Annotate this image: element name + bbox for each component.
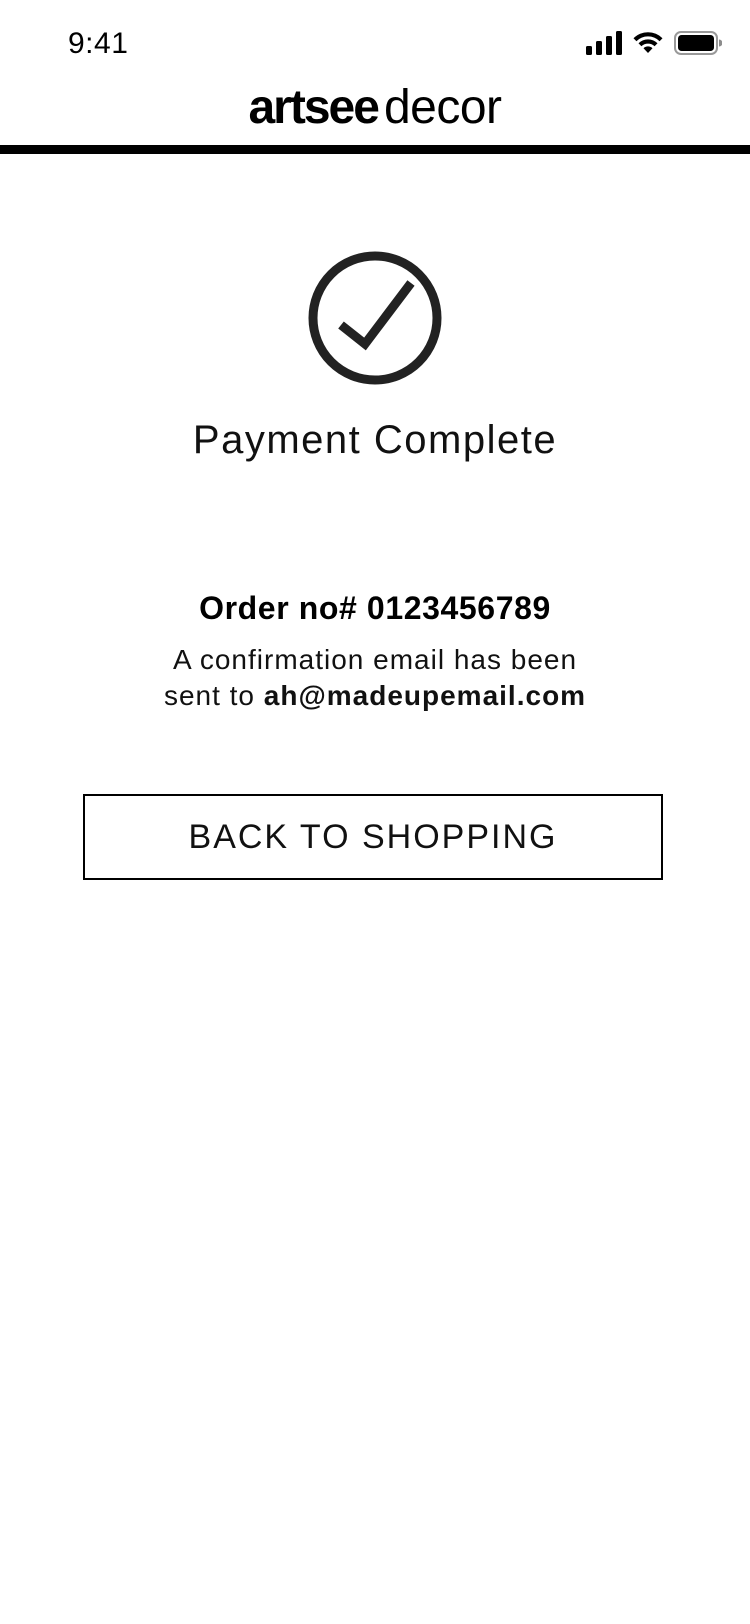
page-title: Payment Complete xyxy=(192,418,558,462)
confirmation-message-line2: sent to ah@madeupemail.com xyxy=(0,678,750,714)
header-divider xyxy=(0,145,750,154)
confirmation-message-line1: A confirmation email has been xyxy=(172,644,578,675)
confirmation-message-prefix: sent to xyxy=(163,680,264,711)
brand-logo[interactable]: artsee decor xyxy=(0,78,750,138)
back-to-shopping-button[interactable]: BACK TO SHOPPING xyxy=(83,794,663,880)
battery-icon xyxy=(674,30,723,60)
wifi-icon xyxy=(632,31,664,60)
confirmation-message: A confirmation email has been sent to ah… xyxy=(0,642,750,714)
status-bar: 9:41 xyxy=(0,0,750,88)
cellular-signal-icon xyxy=(586,30,622,60)
status-icons xyxy=(586,30,723,60)
status-time: 9:41 xyxy=(68,27,129,60)
confirmation-email: ah@madeupemail.com xyxy=(263,680,587,711)
logo-bold-text: artsee xyxy=(248,81,379,134)
checkmark-circle-icon xyxy=(305,248,445,388)
logo-light-text: decor xyxy=(383,81,502,134)
order-number: Order no# 0123456789 xyxy=(199,590,551,626)
app-header: artsee decor xyxy=(0,78,750,148)
